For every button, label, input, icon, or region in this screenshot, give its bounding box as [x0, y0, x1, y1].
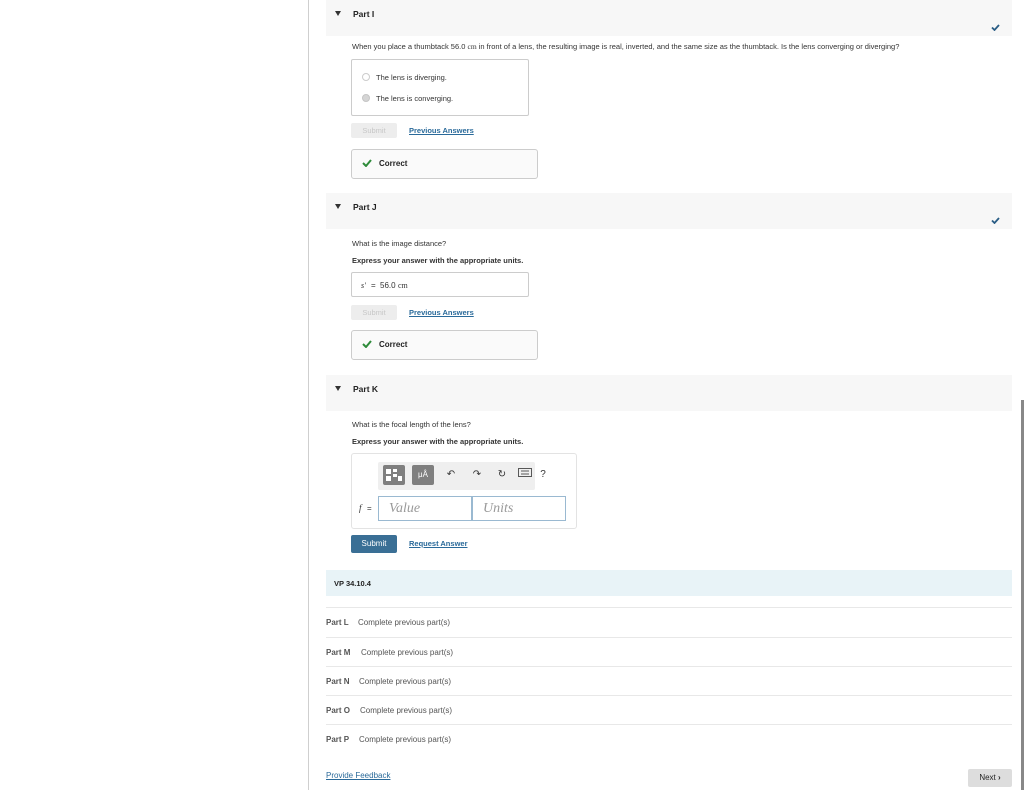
request-answer-link[interactable]: Request Answer — [409, 539, 468, 548]
part-j-header[interactable]: Part J — [326, 193, 1012, 229]
answer-choices: The lens is diverging. The lens is conve… — [351, 59, 529, 116]
main-content: Part I When you place a thumbtack 56.0 c… — [309, 0, 1024, 790]
answer-equals: = — [371, 281, 376, 290]
part-j-instruction: Express your answer with the appropriate… — [352, 256, 524, 265]
part-j-title: Part J — [353, 202, 377, 212]
checkmark-icon — [991, 24, 1000, 31]
correct-check-icon — [362, 340, 372, 348]
correct-feedback: Correct — [351, 330, 538, 360]
templates-icon[interactable] — [383, 465, 405, 485]
part-i-title: Part I — [353, 9, 375, 19]
locked-part-row: Part N Complete previous part(s) — [326, 666, 1012, 695]
part-k-question: What is the focal length of the lens? — [352, 420, 471, 429]
collapse-caret-icon[interactable] — [335, 204, 341, 209]
keyboard-icon[interactable] — [518, 468, 532, 482]
checkmark-icon — [991, 217, 1000, 224]
answer-equals: = — [367, 504, 372, 513]
section-header: VP 34.10.4 — [326, 570, 1012, 596]
locked-part-row: Part P Complete previous part(s) — [326, 724, 1012, 753]
submit-button[interactable]: Submit — [351, 535, 397, 553]
answer-variable: f — [359, 503, 362, 513]
collapse-caret-icon[interactable] — [335, 11, 341, 16]
answer-variable: s′ — [361, 281, 366, 290]
answer-editor: μÅ ↶ ↷ ↻ ? f = Value Units — [351, 453, 577, 529]
radio-button-selected[interactable] — [362, 94, 370, 102]
part-k-instruction: Express your answer with the appropriate… — [352, 437, 524, 446]
math-toolbar: μÅ ↶ ↷ ↻ ? — [378, 462, 546, 490]
chevron-right-icon: › — [998, 773, 1001, 782]
submit-button-disabled[interactable]: Submit — [351, 305, 397, 320]
reset-icon[interactable]: ↻ — [495, 468, 509, 482]
redo-icon[interactable]: ↷ — [470, 468, 484, 482]
help-icon[interactable]: ? — [536, 468, 550, 482]
part-i-header[interactable]: Part I — [326, 0, 1012, 36]
locked-part-row: Part M Complete previous part(s) — [326, 637, 1012, 666]
submit-button-disabled[interactable]: Submit — [351, 123, 397, 138]
radio-button[interactable] — [362, 73, 370, 81]
previous-answers-link[interactable]: Previous Answers — [409, 308, 474, 317]
next-button[interactable]: Next › — [968, 769, 1012, 787]
choice-converging[interactable]: The lens is converging. — [362, 92, 453, 104]
units-input[interactable]: Units — [472, 496, 566, 521]
part-j-question: What is the image distance? — [352, 239, 447, 248]
previous-answers-link[interactable]: Previous Answers — [409, 126, 474, 135]
answer-value: 56.0 — [380, 281, 396, 290]
part-i-question: When you place a thumbtack 56.0 cm in fr… — [352, 42, 900, 51]
undo-icon[interactable]: ↶ — [444, 468, 458, 482]
choice-diverging[interactable]: The lens is diverging. — [362, 71, 447, 83]
value-input[interactable]: Value — [378, 496, 472, 521]
correct-feedback: Correct — [351, 149, 538, 179]
correct-check-icon — [362, 159, 372, 167]
answer-unit: cm — [398, 281, 408, 290]
part-j-answer-display: s′ = 56.0 cm — [351, 272, 529, 297]
units-button[interactable]: μÅ — [412, 465, 434, 485]
collapse-caret-icon[interactable] — [335, 386, 341, 391]
part-k-title: Part K — [353, 384, 379, 394]
locked-part-row: Part O Complete previous part(s) — [326, 695, 1012, 724]
provide-feedback-link[interactable]: Provide Feedback — [326, 771, 390, 780]
part-k-header[interactable]: Part K — [326, 375, 1012, 411]
locked-part-row: Part L Complete previous part(s) — [326, 607, 1012, 636]
